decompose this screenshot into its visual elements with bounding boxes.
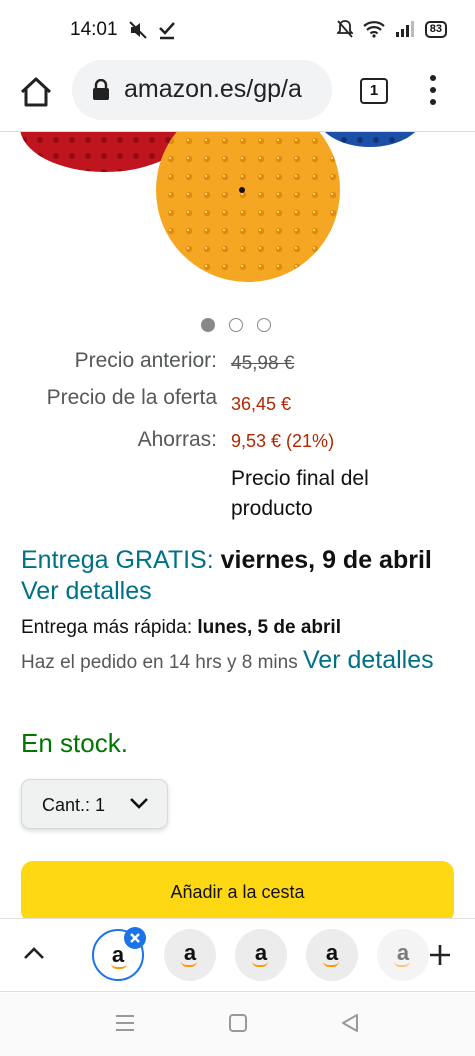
download-done-icon <box>159 22 175 40</box>
url-text: amazon.es/gp/a <box>124 75 302 103</box>
wifi-icon <box>363 21 385 38</box>
lock-icon <box>93 79 109 100</box>
home-icon[interactable] <box>18 74 54 110</box>
order-cutoff-text: Haz el pedido en 14 hrs y 8 mins <box>21 652 298 673</box>
savings-label: Ahorras: <box>137 428 217 451</box>
add-to-cart-button[interactable]: Añadir a la cesta <box>21 861 454 923</box>
carousel-dot[interactable] <box>201 318 215 332</box>
tabs-icon[interactable]: 1 <box>360 78 388 104</box>
carousel-dots <box>201 318 271 332</box>
status-time: 14:01 <box>70 19 118 40</box>
previous-price-value: 45,98 € <box>231 353 295 374</box>
fast-delivery-details-link[interactable]: Ver detalles <box>303 646 434 674</box>
address-bar[interactable]: amazon.es/gp/a <box>72 60 332 120</box>
tab-favicon[interactable]: a <box>164 929 216 981</box>
free-delivery-prefix: Entrega GRATIS: <box>21 546 214 574</box>
final-price-note: Precio final del producto <box>231 467 369 520</box>
browser-toolbar: amazon.es/gp/a 1 <box>0 60 475 132</box>
system-nav-bar <box>0 993 475 1056</box>
battery-icon: 83 <box>424 20 447 38</box>
quantity-select[interactable]: Cant.: 1 <box>21 779 168 829</box>
status-right-icons: 83 <box>336 20 447 38</box>
tab-favicon[interactable]: a <box>306 929 358 981</box>
plus-icon[interactable] <box>428 943 452 967</box>
tab-favicon[interactable]: a <box>377 929 429 981</box>
bell-off-icon <box>336 20 353 38</box>
savings-value: 9,53 € (21%) <box>231 431 335 451</box>
chevron-up-icon[interactable] <box>22 945 46 961</box>
free-delivery-message: Entrega GRATIS: viernes, 9 de abril Ver … <box>21 545 461 607</box>
status-bar: 14:01 83 <box>0 0 475 60</box>
more-vert-icon[interactable] <box>420 72 446 112</box>
carousel-dot[interactable] <box>229 318 243 332</box>
tab-strip: a a a a a <box>0 918 475 992</box>
stock-status: En stock. <box>21 728 128 758</box>
recents-icon[interactable] <box>114 1013 136 1033</box>
fast-delivery-message: Entrega más rápida: lunes, 5 de abril <box>21 617 341 639</box>
quantity-label: Cant.: 1 <box>42 795 106 815</box>
signal-icon <box>395 21 414 37</box>
deal-price-value: 36,45 € <box>231 394 292 414</box>
home-nav-icon[interactable] <box>228 1013 248 1033</box>
product-photo <box>20 132 416 282</box>
quantity-value: 1 <box>95 795 106 815</box>
previous-price-label: Precio anterior: <box>74 349 217 372</box>
tab-favicon[interactable]: a <box>235 929 287 981</box>
carousel-dot[interactable] <box>257 318 271 332</box>
delivery-details-link[interactable]: Ver detalles <box>21 577 152 605</box>
mute-icon <box>129 21 147 39</box>
chevron-down-icon <box>130 798 148 809</box>
product-image[interactable] <box>0 132 475 302</box>
back-icon[interactable] <box>340 1013 360 1033</box>
status-left-icons <box>128 20 176 40</box>
fast-delivery-prefix: Entrega más rápida: <box>21 617 193 638</box>
free-delivery-date: viernes, 9 de abril <box>220 546 432 574</box>
deal-price-label: Precio de la oferta <box>46 386 217 409</box>
fast-delivery-date: lunes, 5 de abril <box>197 617 341 638</box>
order-cutoff-message: Haz el pedido en 14 hrs y 8 mins Ver det… <box>21 645 461 678</box>
close-icon[interactable] <box>124 927 146 949</box>
